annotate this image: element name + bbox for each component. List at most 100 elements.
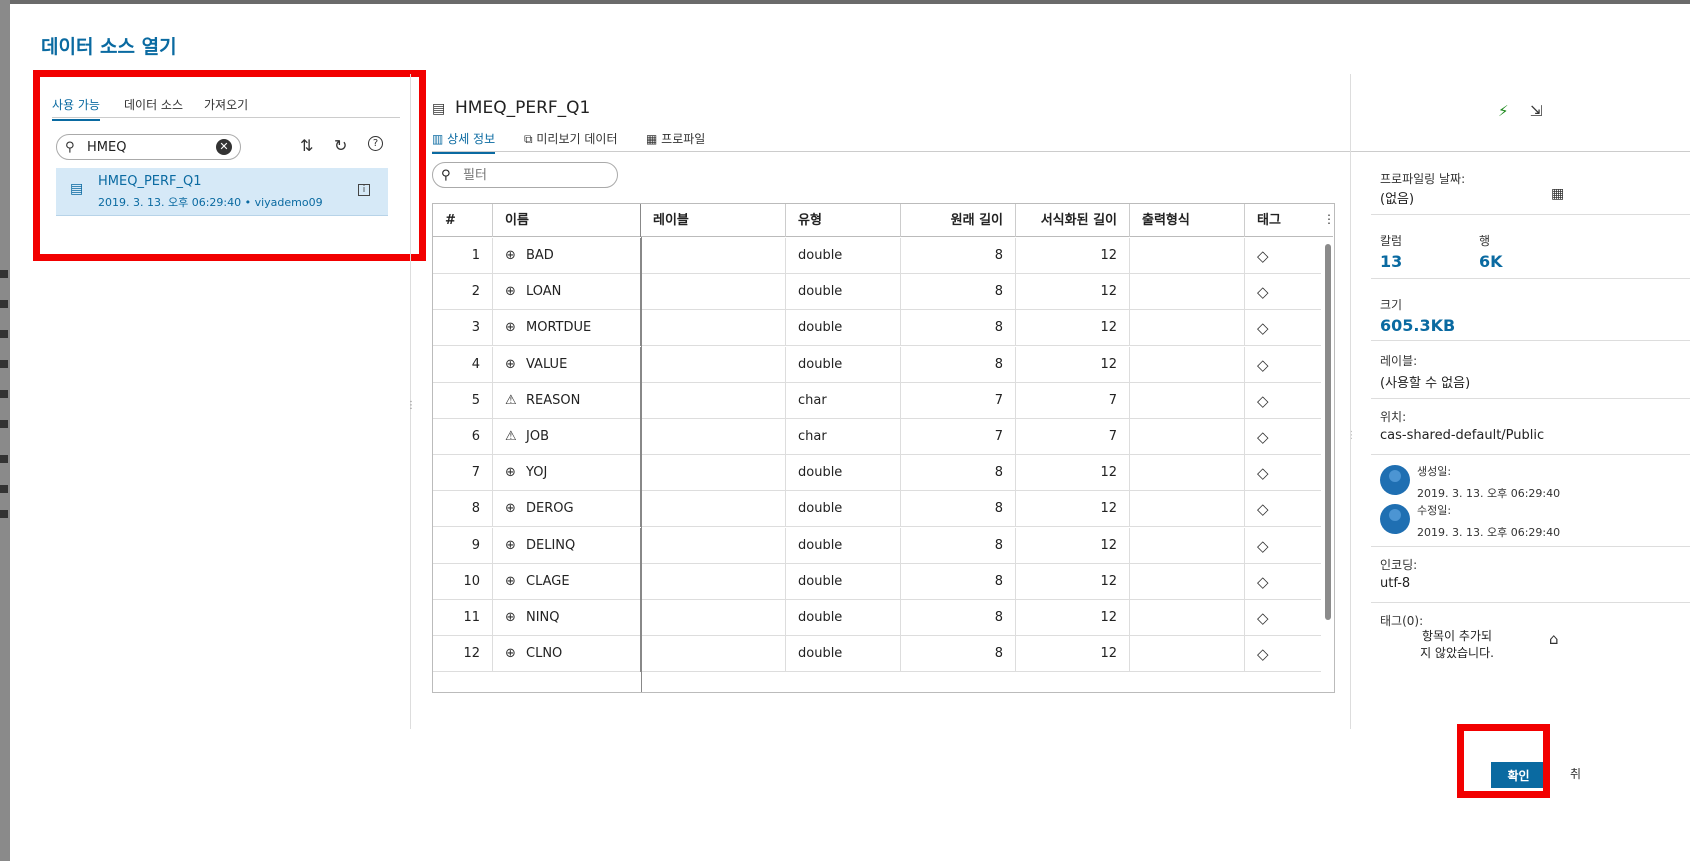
cell-name: ⊕ LOAN — [493, 274, 641, 311]
numeric-type-icon: ⊕ — [505, 501, 516, 517]
cell-length: 7 — [901, 382, 1016, 419]
cell-type: char — [786, 382, 901, 419]
cell-name: ⊕ NINQ — [493, 600, 641, 636]
tag-icon[interactable]: ◇ — [1257, 491, 1269, 527]
column-header-number[interactable]: # — [433, 204, 493, 237]
table-row[interactable]: 9 ⊕ DELINQ double 8 12 ◇ — [433, 527, 1321, 564]
cell-type: double — [786, 600, 901, 636]
search-input[interactable]: ⚲ HMEQ ✕ — [56, 134, 241, 160]
help-icon[interactable]: ? — [368, 136, 383, 151]
tag-icon[interactable]: ◇ — [1257, 347, 1269, 383]
cell-label — [641, 491, 786, 528]
tag-icon[interactable]: ◇ — [1257, 564, 1269, 600]
cell-format — [1130, 491, 1245, 528]
splitter-handle-left[interactable]: ⋮ — [406, 400, 416, 411]
tag-icon[interactable]: ⌂ — [1549, 630, 1559, 648]
export-icon[interactable]: ⇲ — [1530, 102, 1543, 120]
table-row[interactable]: 10 ⊕ CLAGE double 8 12 ◇ — [433, 563, 1321, 600]
sort-icon[interactable]: ⇅ — [300, 136, 313, 155]
tag-icon[interactable]: ◇ — [1257, 600, 1269, 636]
table-row[interactable]: 12 ⊕ CLNO double 8 12 ◇ — [433, 636, 1321, 673]
column-header-tags[interactable]: 태그 — [1245, 204, 1321, 237]
cell-label — [641, 527, 786, 564]
table-row[interactable]: 8 ⊕ DEROG double 8 12 ◇ — [433, 491, 1321, 528]
table-row[interactable]: 3 ⊕ MORTDUE double 8 12 ◇ — [433, 310, 1321, 347]
cell-type: char — [786, 419, 901, 455]
rows-label: 행 — [1479, 234, 1491, 248]
rows-value: 6K — [1479, 252, 1503, 271]
character-type-icon: ⚠ — [505, 392, 517, 408]
modified-value: 2019. 3. 13. 오후 06:29:40 — [1417, 526, 1561, 539]
table-row[interactable]: 4 ⊕ VALUE double 8 12 ◇ — [433, 346, 1321, 383]
tag-icon[interactable]: ◇ — [1257, 528, 1269, 564]
cell-type: double — [786, 310, 901, 347]
table-row[interactable]: 1 ⊕ BAD double 8 12 ◇ — [433, 238, 1321, 274]
tab-import[interactable]: 가져오기 — [204, 92, 248, 119]
vertical-scrollbar[interactable] — [1325, 244, 1331, 620]
table-row[interactable]: 5 ⚠ REASON char 7 7 ◇ — [433, 382, 1321, 419]
column-name: BAD — [526, 248, 554, 263]
cell-label — [641, 563, 786, 600]
cell-tag: ◇ — [1245, 600, 1321, 636]
info-icon[interactable]: i — [358, 184, 370, 196]
tag-icon[interactable]: ◇ — [1257, 310, 1269, 346]
cell-format — [1130, 238, 1245, 274]
clear-search-icon[interactable]: ✕ — [216, 139, 232, 155]
cell-label — [641, 274, 786, 311]
tab-data-sources[interactable]: 데이터 소스 — [124, 92, 183, 119]
cell-type: double — [786, 527, 901, 564]
column-header-name[interactable]: 이름 — [493, 204, 641, 237]
numeric-type-icon: ⊕ — [505, 320, 516, 336]
cell-tag: ◇ — [1245, 455, 1321, 491]
tab-details[interactable]: ▥ 상세 정보 — [432, 130, 496, 154]
lightning-icon[interactable]: ⚡ — [1498, 102, 1509, 120]
column-name: YOJ — [526, 465, 548, 481]
tag-icon[interactable]: ◇ — [1257, 274, 1269, 310]
cell-number: 12 — [433, 636, 493, 673]
cell-length: 7 — [901, 419, 1016, 455]
ok-button[interactable]: 확인 — [1491, 762, 1546, 788]
encoding-label: 인코딩: — [1380, 558, 1418, 572]
cell-name: ⊕ MORTDUE — [493, 310, 641, 347]
column-header-label[interactable]: 레이블 — [641, 204, 786, 237]
column-header-length[interactable]: 원래 길이 — [901, 204, 1016, 237]
column-menu-icon[interactable]: ⋮ — [1323, 212, 1334, 226]
cell-formatted-length: 12 — [1016, 274, 1130, 311]
column-header-formatted-length[interactable]: 서식화된 길이 — [1016, 204, 1130, 237]
column-name: MORTDUE — [526, 320, 592, 336]
result-item-hmeq-perf-q1[interactable]: ▤ HMEQ_PERF_Q1 2019. 3. 13. 오후 06:29:40 … — [56, 168, 388, 216]
cell-label — [641, 238, 786, 274]
tags-label: 태그(0): — [1380, 614, 1424, 628]
result-meta: 2019. 3. 13. 오후 06:29:40 • viyademo09 — [98, 196, 323, 209]
column-header-type[interactable]: 유형 — [786, 204, 901, 237]
tab-profile[interactable]: ▦ 프로파일 — [646, 130, 705, 152]
table-row[interactable]: 6 ⚠ JOB char 7 7 ◇ — [433, 419, 1321, 455]
tab-preview[interactable]: ⧉ 미리보기 데이터 — [524, 130, 618, 152]
tag-icon[interactable]: ◇ — [1257, 455, 1269, 491]
table-row[interactable]: 7 ⊕ YOJ double 8 12 ◇ — [433, 455, 1321, 492]
column-name: DEROG — [526, 501, 574, 517]
label-value: (사용할 수 없음) — [1380, 376, 1471, 391]
cell-length: 8 — [901, 274, 1016, 311]
profile-icon[interactable]: ▦ — [1551, 186, 1564, 202]
tag-icon[interactable]: ◇ — [1257, 419, 1269, 455]
filter-input[interactable] — [461, 166, 611, 184]
tab-available[interactable]: 사용 가능 — [52, 92, 100, 121]
tag-icon[interactable]: ◇ — [1257, 636, 1269, 672]
properties-pane: 프로파일링 날짜: (없음) ▦ 칼럼 13 행 6K 크기 605.3KB 레… — [1350, 154, 1690, 729]
columns-value: 13 — [1380, 252, 1403, 271]
cell-number: 11 — [433, 600, 493, 636]
filter-field[interactable]: ⚲ — [432, 162, 618, 188]
table-row[interactable]: 2 ⊕ LOAN double 8 12 ◇ — [433, 274, 1321, 311]
tag-icon[interactable]: ◇ — [1257, 238, 1269, 274]
column-name: REASON — [526, 392, 581, 408]
column-header-format[interactable]: 출력형식 — [1130, 204, 1245, 237]
column-name: CLAGE — [526, 573, 570, 589]
tag-icon[interactable]: ◇ — [1257, 383, 1269, 419]
cancel-button[interactable]: 취 — [1570, 765, 1581, 782]
left-tabs: 사용 가능 데이터 소스 가져오기 — [52, 92, 400, 121]
created-value: 2019. 3. 13. 오후 06:29:40 — [1417, 487, 1561, 500]
table-row[interactable]: 11 ⊕ NINQ double 8 12 ◇ — [433, 600, 1321, 636]
cell-format — [1130, 600, 1245, 636]
refresh-icon[interactable]: ↻ — [334, 136, 347, 155]
